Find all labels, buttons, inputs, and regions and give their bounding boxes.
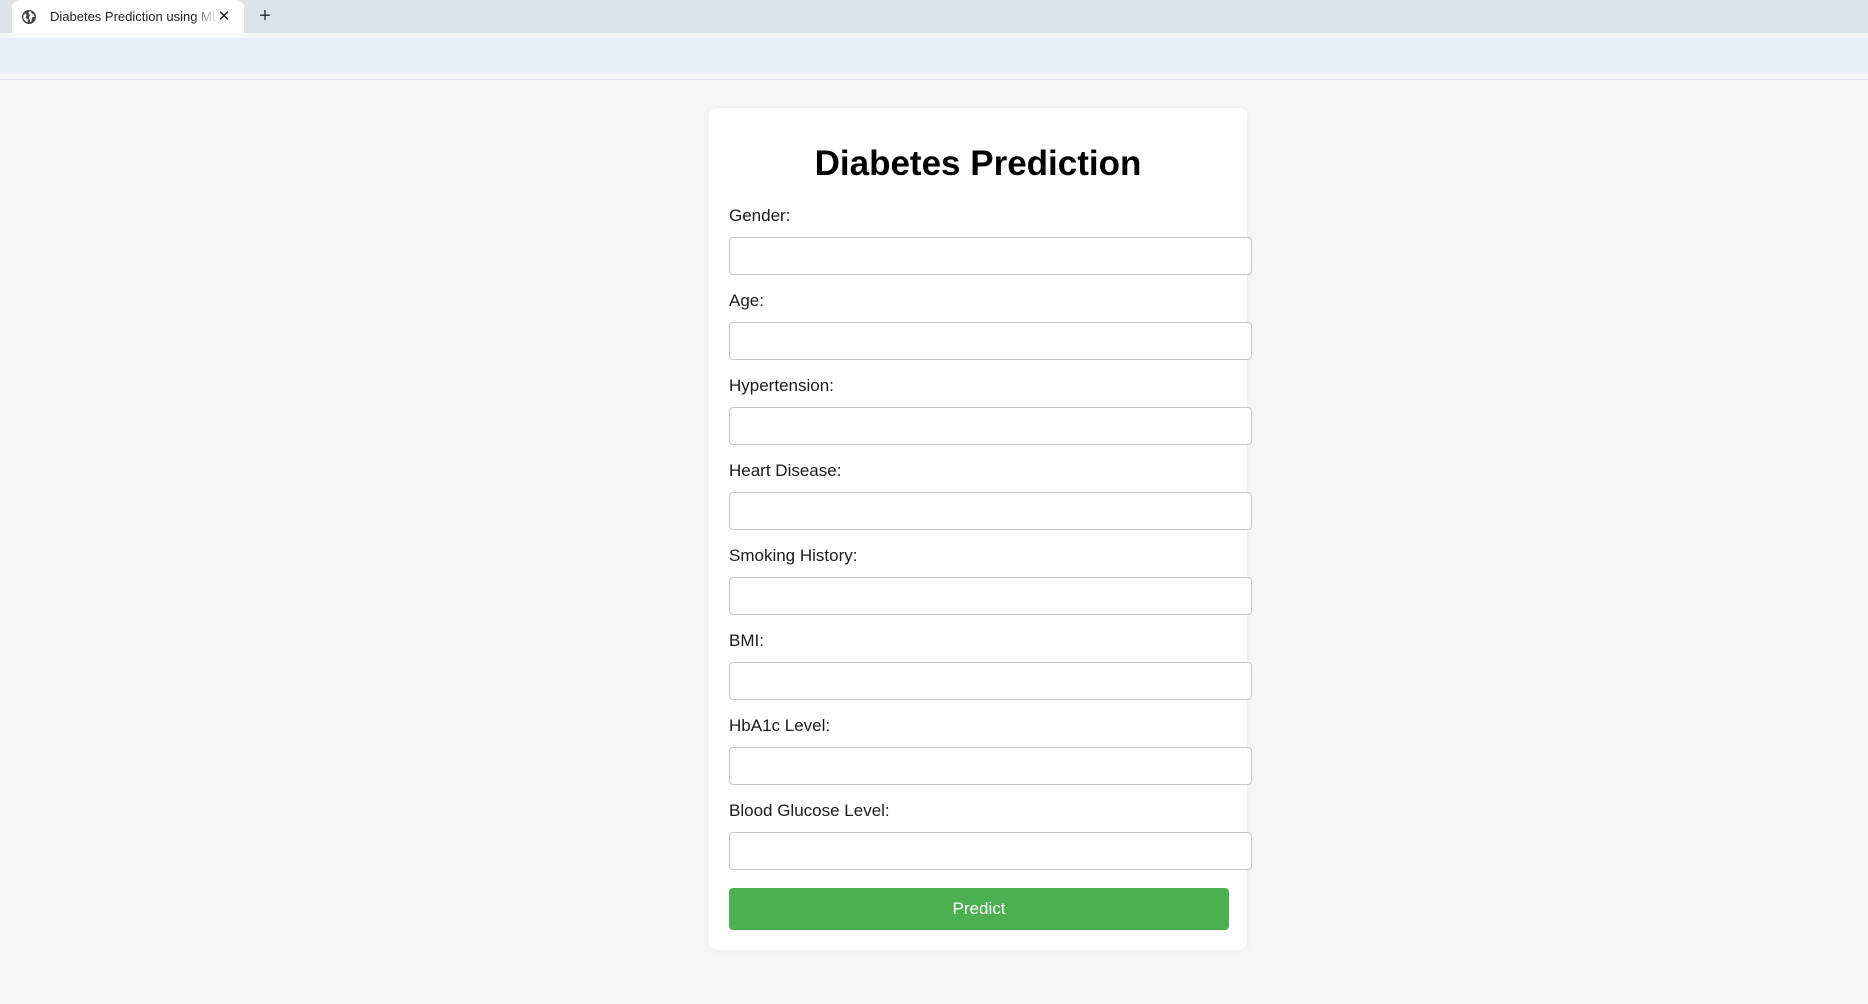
age-input[interactable] <box>729 322 1252 360</box>
browser-toolbar <box>0 38 1868 73</box>
heart-disease-input[interactable] <box>729 492 1252 530</box>
gender-input[interactable] <box>729 237 1252 275</box>
hypertension-input[interactable] <box>729 407 1252 445</box>
gender-label: Gender: <box>729 206 791 225</box>
prediction-form-card: Diabetes Prediction Gender: Age: Hyperte… <box>709 108 1252 950</box>
age-label: Age: <box>729 291 764 310</box>
heart-disease-label: Heart Disease: <box>729 461 842 480</box>
bmi-input[interactable] <box>729 662 1252 700</box>
bmi-label: BMI: <box>729 631 764 650</box>
smoking-history-input[interactable] <box>729 577 1252 615</box>
plus-icon[interactable]: + <box>252 3 278 29</box>
smoking-history-label: Smoking History: <box>729 546 858 565</box>
browser-tab[interactable]: Diabetes Prediction using ML Model ✕ <box>12 0 244 33</box>
page-title: Diabetes Prediction <box>814 144 1142 183</box>
browser-tabstrip: Diabetes Prediction using ML Model ✕ + <box>0 0 1868 33</box>
tab-title: Diabetes Prediction using ML Model <box>50 9 218 24</box>
globe-icon <box>21 9 37 25</box>
page-content: Diabetes Prediction Gender: Age: Hyperte… <box>0 80 1868 1004</box>
prediction-form: Gender: Age: Hypertension: Heart Disease… <box>729 206 1252 886</box>
blood-glucose-level-label: Blood Glucose Level: <box>729 801 890 820</box>
blood-glucose-level-input[interactable] <box>729 832 1252 870</box>
hba1c-level-label: HbA1c Level: <box>729 716 831 735</box>
predict-button[interactable]: Predict <box>729 888 1229 930</box>
hypertension-label: Hypertension: <box>729 376 834 395</box>
close-icon[interactable]: ✕ <box>214 6 234 26</box>
hba1c-level-input[interactable] <box>729 747 1252 785</box>
